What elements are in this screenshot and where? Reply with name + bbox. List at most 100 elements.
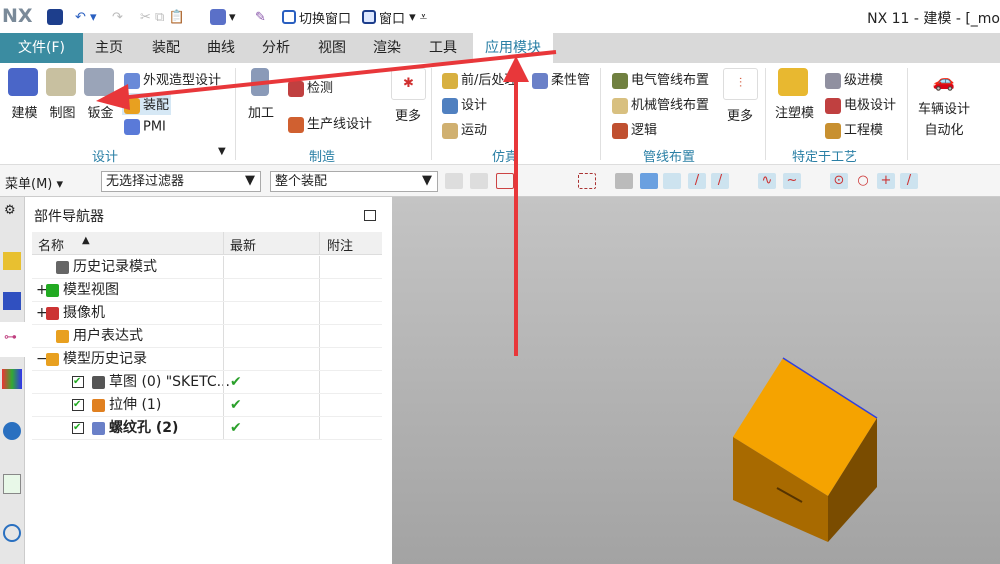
tab-curve[interactable]: 曲线 [195, 33, 247, 63]
vehicle-design-button[interactable]: 🚗 车辆设计 自动化 [918, 71, 970, 138]
engineering-die-button[interactable]: 工程模 [825, 119, 883, 139]
modeling-button[interactable]: 建模 [8, 68, 41, 121]
info-icon[interactable] [3, 422, 21, 440]
pmi-label: PMI [143, 119, 166, 135]
snap-icon[interactable] [445, 173, 463, 189]
line-designer-button[interactable]: 生产线设计 [288, 113, 372, 133]
more-routing-icon[interactable]: ⫶ [723, 68, 758, 100]
checkbox-icon[interactable]: ✔ [72, 399, 84, 411]
shape-studio-button[interactable]: 外观造型设计 [124, 69, 221, 89]
mold-button[interactable]: 注塑模 [775, 68, 814, 121]
redo-icon[interactable]: ↷ [112, 8, 123, 26]
select-icon[interactable] [496, 173, 514, 189]
existing-point-icon[interactable]: / [900, 173, 918, 189]
tree-row[interactable]: − 模型历史记录 [32, 348, 382, 371]
cut-copy-paste-icons[interactable]: ✂ ⧉ 📋 [140, 8, 185, 26]
pmi-button[interactable]: PMI [124, 119, 166, 135]
pre-post-button[interactable]: 前/后处理 [442, 69, 517, 89]
graphics-viewport[interactable] [392, 197, 1000, 564]
sim-design-label: 设计 [461, 98, 488, 113]
tab-view[interactable]: 视图 [306, 33, 358, 63]
scope-dropdown[interactable]: 整个装配 ▼ [270, 171, 438, 192]
undo-icon[interactable]: ↶ ▾ [75, 8, 97, 26]
scope-value: 整个装配 [275, 174, 328, 189]
history-icon[interactable] [3, 524, 21, 542]
column-latest[interactable]: 最新 [230, 235, 256, 254]
settings-icon[interactable]: ⚙ [4, 203, 16, 218]
box-select-icon[interactable] [578, 173, 596, 189]
part-navigator-tab[interactable]: ⊶ [0, 322, 25, 357]
progressive-die-button[interactable]: 级进模 [825, 69, 883, 89]
tab-file[interactable]: 文件(F) [0, 33, 83, 63]
ribbon-tabs: 文件(F) 主页 装配 曲线 分析 视图 渲染 工具 应用模块 [0, 33, 1000, 63]
group-process: 特定于工艺 [792, 150, 858, 165]
mechanical-routing-button[interactable]: 机械管线布置 [612, 94, 709, 114]
tree-row[interactable]: + 摄像机 [32, 302, 382, 325]
checkbox-icon[interactable]: ✔ [72, 376, 84, 388]
touch-icon[interactable]: ✎ [255, 8, 266, 26]
pre-post-label: 前/后处理 [461, 73, 518, 88]
more-routing-label[interactable]: 更多 [727, 105, 753, 124]
control-point-icon[interactable]: ∿ [758, 173, 776, 189]
electrode-design-button[interactable]: 电极设计 [825, 94, 896, 114]
divider [235, 68, 236, 160]
assembly-navigator-icon[interactable] [3, 252, 21, 270]
more-manufacturing-label[interactable]: 更多 [395, 105, 421, 124]
tree-row[interactable]: ✔ 拉伸 (1) ✔ [32, 394, 382, 417]
endpoint-icon[interactable]: / [688, 173, 706, 189]
node-icon [46, 307, 59, 320]
maximize-icon[interactable] [364, 210, 376, 221]
electrical-routing-button[interactable]: 电气管线布置 [612, 69, 709, 89]
intersection-icon[interactable]: + [877, 173, 895, 189]
window-button[interactable]: 窗口 ▾ ⩡ [362, 8, 427, 27]
tree-row[interactable]: 历史记录模式 [32, 256, 382, 279]
drafting-button[interactable]: 制图 [46, 68, 79, 121]
tab-tools[interactable]: 工具 [417, 33, 469, 63]
checkbox-icon[interactable]: ✔ [72, 422, 84, 434]
reuse-library-icon[interactable] [2, 369, 22, 389]
tree-row[interactable]: ✔ 螺纹孔 (2) ✔ [32, 417, 382, 440]
point-snap-icon[interactable] [663, 173, 681, 189]
tree-row[interactable]: ✔ 草图 (0) "SKETC... ✔ [32, 371, 382, 394]
logic-label: 逻辑 [631, 123, 658, 138]
render-icon[interactable]: ▾ [210, 8, 236, 26]
tab-application[interactable]: 应用模块 [473, 33, 553, 63]
tab-home[interactable]: 主页 [83, 33, 135, 63]
center-icon[interactable]: ⊙ [830, 173, 848, 189]
inspection-button[interactable]: 检测 [288, 77, 333, 97]
save-icon[interactable] [47, 8, 66, 26]
column-name[interactable]: 名称 [38, 235, 64, 254]
column-notes[interactable]: 附注 [327, 235, 353, 254]
design-group-dropdown[interactable]: ▼ [218, 146, 226, 157]
logic-button[interactable]: 逻辑 [612, 119, 657, 139]
latest-check: ✔ [230, 420, 242, 436]
quadrant-icon[interactable]: ○ [854, 173, 872, 189]
solid-icon[interactable] [640, 173, 658, 189]
sim-design-button[interactable]: 设计 [442, 94, 487, 114]
more-manufacturing-icon[interactable]: ✱ [391, 68, 426, 100]
machining-button[interactable]: 加工 [248, 68, 274, 121]
spline-icon[interactable]: ~ [783, 173, 801, 189]
tree-row[interactable]: + 模型视图 [32, 279, 382, 302]
web-browser-icon[interactable] [3, 474, 21, 494]
model-cube[interactable] [392, 197, 1000, 564]
sheet-metal-button[interactable]: 钣金 [84, 68, 117, 121]
resource-bar: ⚙ ⊶ [0, 197, 25, 564]
body-icon[interactable] [615, 173, 633, 189]
tab-analysis[interactable]: 分析 [250, 33, 302, 63]
title-bar: NX ↶ ▾ ↷ ✂ ⧉ 📋 ▾ ✎ 切换窗口 窗口 ▾ ⩡ NX 11 - 建… [0, 0, 1000, 33]
snap-icon[interactable] [470, 173, 488, 189]
selection-filter-dropdown[interactable]: 无选择过滤器 ▼ [101, 171, 261, 192]
menu-button[interactable]: 菜单(M) ▾ [5, 173, 63, 192]
switch-window-button[interactable]: 切换窗口 [282, 8, 351, 27]
tab-render[interactable]: 渲染 [361, 33, 413, 63]
flexible-pipe-button[interactable]: 柔性管 [532, 69, 590, 89]
part-navigator: 部件导航器 名称 ▲ 最新 附注 历史记录模式 + 模型视图 + 摄像机 用户表达式 − 模型… [25, 197, 392, 564]
tree-row[interactable]: 用户表达式 [32, 325, 382, 348]
tab-assembly[interactable]: 装配 [140, 33, 192, 63]
constraint-navigator-icon[interactable] [3, 292, 21, 310]
window-label: 窗口 [379, 11, 406, 27]
motion-button[interactable]: 运动 [442, 119, 487, 139]
midpoint-icon[interactable]: / [711, 173, 729, 189]
assembly-button[interactable]: 装配 [122, 93, 172, 115]
